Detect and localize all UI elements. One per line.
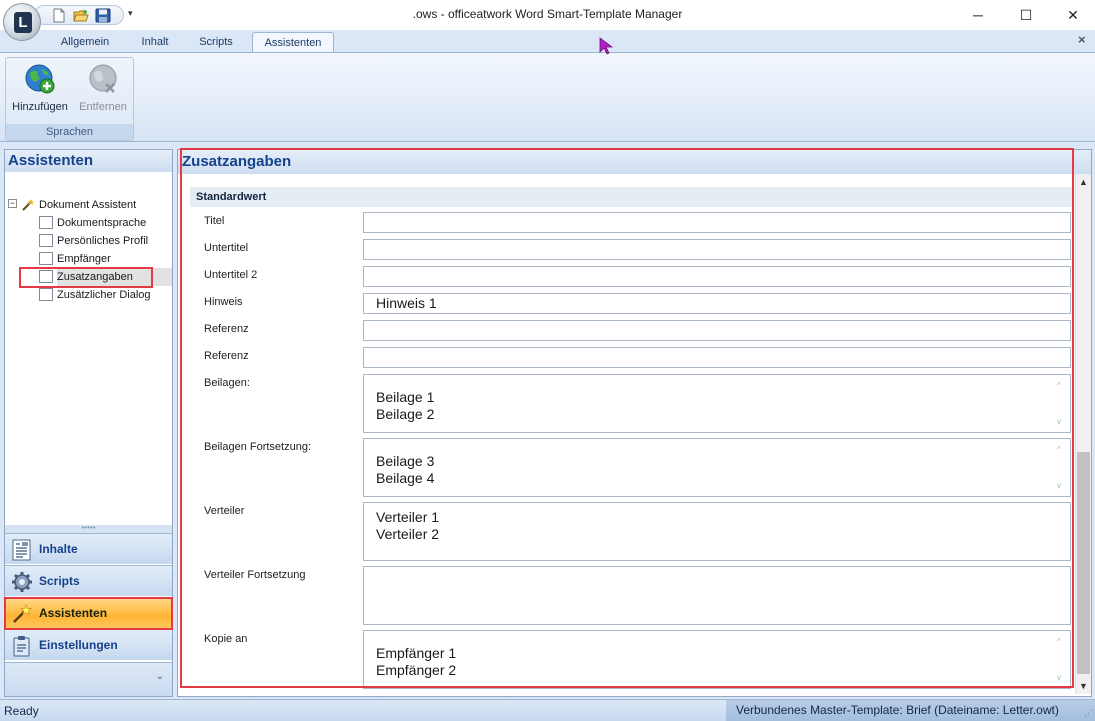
ribbon-tab-row: Allgemein Inhalt Scripts Assistenten ×	[0, 30, 1095, 52]
ribbon-group-sprachen: Hinzufügen Entfernen Sprachen	[5, 57, 134, 141]
tree-item-label: Dokumentsprache	[57, 217, 147, 229]
globe-add-icon	[25, 64, 55, 94]
tree-item-dokumentsprache[interactable]: Dokumentsprache	[39, 214, 159, 232]
window-title: .ows - officeatwork Word Smart-Template …	[412, 7, 683, 21]
content-highlight-box	[180, 148, 1074, 688]
page-icon	[39, 252, 53, 265]
tree-root-label: Dokument Assistent	[39, 199, 137, 211]
add-language-button[interactable]: Hinzufügen	[9, 61, 71, 117]
nav-einstellungen-button[interactable]: Einstellungen	[5, 629, 172, 660]
remove-language-button[interactable]: Entfernen	[72, 61, 134, 117]
tree-item-empfaenger[interactable]: Empfänger	[39, 250, 159, 268]
ribbon-group-label: Sprachen	[6, 124, 133, 140]
pane-splitter[interactable]: •••••	[5, 524, 172, 533]
tree-item-label: Empfänger	[57, 253, 111, 265]
tab-inhalt[interactable]: Inhalt	[131, 32, 179, 52]
resize-grip-icon[interactable]: ⋰	[1084, 708, 1093, 719]
nav-scripts-button[interactable]: Scripts	[5, 565, 172, 596]
settings-clipboard-icon	[13, 636, 30, 657]
assistant-tree: − Dokument Assistent Dokumentsprache Per…	[5, 172, 172, 522]
minimize-button[interactable]: ─	[955, 0, 1001, 30]
application-menu-button[interactable]: L	[3, 3, 41, 41]
add-language-label: Hinzufügen	[12, 101, 68, 113]
title-bar: ▾ .ows - officeatwork Word Smart-Templat…	[0, 0, 1095, 30]
globe-remove-icon	[89, 64, 117, 93]
tree-collapse-toggle[interactable]: −	[8, 199, 17, 208]
nav-active-highlight-box	[4, 597, 173, 630]
scroll-thumb[interactable]	[1077, 452, 1090, 674]
scroll-down-button[interactable]: ▼	[1076, 678, 1091, 694]
tree-item-zusaetzlicher-dialog[interactable]: Zusätzlicher Dialog	[39, 286, 159, 304]
nav-overflow-bar: ⌄	[5, 662, 172, 696]
nav-inhalte-button[interactable]: Inhalte	[5, 533, 172, 564]
app-logo: L	[14, 12, 32, 33]
nav-scripts-label: Scripts	[39, 574, 80, 588]
tree-item-persoenliches-profil[interactable]: Persönliches Profil	[39, 232, 159, 250]
status-bar: Ready Verbundenes Master-Template: Brief…	[0, 699, 1095, 721]
scroll-up-button[interactable]: ▲	[1076, 174, 1091, 190]
tab-scripts[interactable]: Scripts	[190, 32, 242, 52]
tree-item-label: Persönliches Profil	[57, 235, 149, 247]
left-panel-title: Assistenten	[5, 150, 172, 172]
status-text: Ready	[4, 704, 39, 718]
nav-inhalte-label: Inhalte	[39, 542, 78, 556]
tree-item-label: Zusätzlicher Dialog	[57, 289, 151, 301]
close-button[interactable]: ✕	[1050, 0, 1095, 30]
gear-icon	[12, 572, 32, 592]
wand-icon	[22, 199, 34, 211]
mouse-pointer-icon	[599, 37, 613, 55]
page-icon	[39, 216, 53, 229]
tab-assistenten[interactable]: Assistenten	[252, 32, 334, 52]
nav-einstellungen-label: Einstellungen	[39, 638, 118, 652]
remove-language-label: Entfernen	[79, 101, 127, 113]
tab-allgemein[interactable]: Allgemein	[52, 32, 118, 52]
main-vertical-scrollbar[interactable]: ▲ ▼	[1075, 174, 1091, 694]
navigation-pane: Assistenten − Dokument Assistent Dokumen…	[4, 149, 173, 697]
chevron-down-icon[interactable]: ⌄	[156, 671, 164, 682]
ribbon-close-icon[interactable]: ×	[1078, 32, 1086, 47]
page-icon	[39, 288, 53, 301]
document-list-icon	[12, 539, 31, 561]
ribbon: Hinzufügen Entfernen Sprachen	[0, 52, 1095, 142]
master-template-status: Verbundenes Master-Template: Brief (Date…	[726, 700, 1095, 721]
maximize-button[interactable]: ☐	[1003, 0, 1049, 30]
selection-highlight-box	[19, 267, 153, 288]
page-icon	[39, 234, 53, 247]
